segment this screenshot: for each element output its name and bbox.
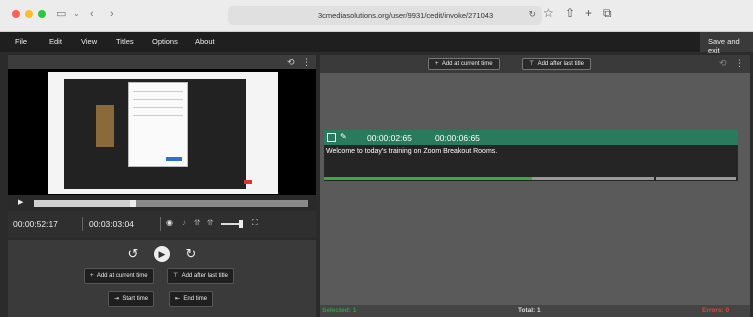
save-and-exit-button[interactable]: Save and exit	[700, 32, 753, 55]
note-icon[interactable]: ♪	[182, 218, 186, 227]
browser-toolbar: ▭ ⌄ ‹ › 3cmediasolutions.org/user/9931/c…	[0, 0, 753, 32]
end-time-label: End time	[183, 296, 208, 302]
more-options-icon[interactable]: ⋮	[735, 58, 744, 69]
video-panel-header: ⟲ ⋮	[8, 55, 316, 69]
start-time-button[interactable]: ⇥ Start time	[108, 291, 155, 307]
video-content-end-button	[244, 180, 252, 184]
app-menubar: File Edit View Titles Options About Save…	[0, 32, 753, 55]
subtitle-list-panel: + Add at current time ⊤ Add after last t…	[320, 55, 750, 305]
cue-end-time[interactable]: 00:00:06:65	[435, 133, 480, 143]
add-after-last-title-button[interactable]: ⊤ Add after last title	[522, 58, 591, 70]
menu-view[interactable]: View	[81, 37, 97, 46]
current-time: 00:00:52:17	[13, 219, 58, 229]
add-after-last-title-button[interactable]: ⊤ Add after last title	[167, 268, 234, 284]
chevron-down-icon[interactable]: ⌄	[73, 7, 80, 21]
seek-track[interactable]	[34, 200, 308, 207]
play-icon[interactable]: ▶	[18, 198, 23, 206]
subtitle-cue-header: ✎ 00:00:02:65 00:00:06:65	[324, 130, 738, 145]
video-content-participant	[96, 105, 114, 147]
cue-text[interactable]: Welcome to today's training on Zoom Brea…	[326, 148, 497, 155]
add-at-current-time-label: Add at current time	[96, 273, 148, 279]
seek-progress	[34, 200, 133, 207]
address-bar-url[interactable]: 3cmediasolutions.org/user/9931/cedit/inv…	[318, 11, 493, 20]
video-content-button	[166, 157, 182, 161]
volume-slider[interactable]	[221, 223, 241, 225]
total-count: Total: 1	[518, 307, 541, 314]
sync-icon[interactable]: ⟲	[287, 57, 295, 68]
player-controls: 00:00:52:17 00:03:03:04 ◉ ♪ ⥣ ⥣ ⛶	[8, 211, 316, 237]
plus-icon: +	[90, 273, 97, 279]
timing-controls-panel: ↺ ▶ ↻ + Add at current time ⊤ Add after …	[8, 240, 316, 317]
duration: 00:03:03:04	[89, 219, 134, 229]
add-after-last-title-label: Add after last title	[537, 61, 584, 67]
menu-about[interactable]: About	[195, 37, 215, 46]
forward-icon[interactable]: ↻	[183, 246, 199, 262]
seek-handle[interactable]	[129, 200, 136, 207]
sidebar-icon[interactable]: ▭	[56, 7, 66, 21]
menu-titles[interactable]: Titles	[116, 37, 134, 46]
menu-file[interactable]: File	[15, 37, 27, 46]
minimize-window-button[interactable]	[25, 10, 33, 18]
eye-icon[interactable]: ◉	[166, 218, 173, 227]
add-after-last-title-label: Add after last title	[181, 273, 228, 279]
menu-options[interactable]: Options	[152, 37, 178, 46]
plus-icon: +	[435, 61, 442, 67]
rewind-icon[interactable]: ↺	[125, 246, 141, 262]
reload-icon[interactable]: ↻	[528, 9, 536, 20]
fullscreen-icon[interactable]: ⛶	[252, 218, 258, 228]
divider	[82, 217, 83, 231]
skip-end-icon[interactable]: ⥣	[207, 218, 213, 228]
errors-count: Errors: 0	[702, 307, 730, 314]
play-button[interactable]: ▶	[154, 246, 170, 262]
end-time-button[interactable]: ⇤ End time	[169, 291, 214, 307]
video-player[interactable]	[8, 69, 316, 195]
start-time-label: Start time	[122, 296, 149, 302]
video-panel: ⟲ ⋮ ▶ 00:00:52:17 00:03:03:04 ◉ ♪ ⥣ ⥣ ⛶	[8, 55, 316, 237]
share-icon[interactable]: ⇧	[565, 6, 575, 20]
edit-pencil-icon[interactable]: ✎	[340, 132, 347, 141]
cue-timeline-bar	[532, 177, 654, 180]
more-options-icon[interactable]: ⋮	[302, 57, 311, 68]
status-bar: Selected: 1 Total: 1 Errors: 0	[320, 305, 750, 317]
close-window-button[interactable]	[12, 10, 20, 18]
cue-start-time[interactable]: 00:00:02:65	[367, 133, 412, 143]
zoom-window-button[interactable]	[38, 10, 46, 18]
cue-checkbox[interactable]	[327, 133, 336, 142]
subtitle-cue[interactable]: ✎ 00:00:02:65 00:00:06:65 Welcome to tod…	[324, 130, 738, 181]
cue-timeline-bar	[324, 177, 532, 180]
add-at-current-time-button[interactable]: + Add at current time	[84, 268, 154, 284]
volume-handle[interactable]	[239, 220, 243, 228]
video-frame	[48, 72, 278, 194]
video-content-dialog	[128, 82, 188, 167]
sync-icon[interactable]: ⟲	[719, 58, 727, 69]
forward-icon[interactable]: ›	[110, 7, 114, 21]
insert-icon: ⊤	[529, 61, 538, 67]
bookmark-star-icon[interactable]: ☆	[543, 6, 554, 20]
divider	[160, 217, 161, 231]
skip-start-icon[interactable]: ⥣	[194, 218, 200, 228]
subtitle-toolbar: + Add at current time ⊤ Add after last t…	[320, 55, 750, 73]
cue-timeline-bar	[656, 177, 736, 180]
menu-edit[interactable]: Edit	[49, 37, 62, 46]
address-bar[interactable]: 3cmediasolutions.org/user/9931/cedit/inv…	[228, 6, 542, 25]
selected-count: Selected: 1	[322, 307, 357, 314]
add-at-current-time-button[interactable]: + Add at current time	[428, 58, 500, 70]
add-at-current-time-label: Add at current time	[441, 61, 493, 67]
insert-icon: ⊤	[173, 273, 182, 279]
seek-bar-row: ▶	[8, 195, 316, 211]
new-tab-icon[interactable]: +	[585, 6, 592, 20]
tab-overview-icon[interactable]: ⧉	[603, 6, 612, 21]
back-icon[interactable]: ‹	[90, 7, 94, 21]
